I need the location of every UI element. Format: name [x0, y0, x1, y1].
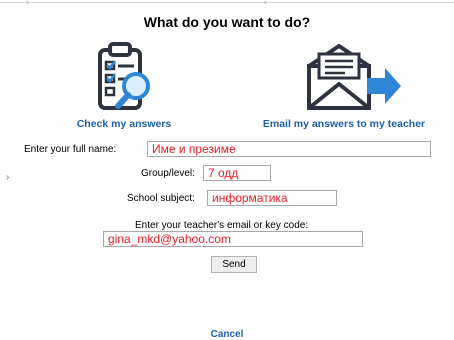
group-label: Group/level: — [141, 168, 195, 179]
clipboard-magnifier-icon — [98, 42, 150, 110]
send-button[interactable]: Send — [211, 256, 257, 273]
email-answers-link[interactable]: Email my answers to my teacher — [246, 118, 442, 130]
border-notch-center — [264, 1, 267, 4]
check-answers-link[interactable]: Check my answers — [62, 118, 186, 130]
window-top-border — [0, 2, 454, 3]
teacher-email-input[interactable]: gina_mkd@yahoo.com — [103, 231, 363, 247]
subject-input[interactable]: информатика — [207, 190, 337, 206]
full-name-input[interactable]: Име и презиме — [147, 141, 431, 157]
group-input[interactable]: 7 одд — [203, 165, 271, 181]
subject-label: School subject: — [127, 193, 195, 204]
cancel-link[interactable]: Cancel — [0, 329, 454, 340]
dialog-title: What do you want to do? — [143, 14, 311, 30]
teacher-label: Enter your teacher's email or key code: — [135, 220, 309, 231]
full-name-label: Enter your full name: — [24, 144, 117, 155]
check-answers-option[interactable]: Check my answers — [62, 40, 186, 130]
email-answers-option[interactable]: Email my answers to my teacher — [246, 40, 442, 130]
envelope-arrow-icon — [307, 43, 401, 110]
edge-handle-icon: › — [6, 172, 10, 183]
border-notch-left — [26, 1, 29, 4]
